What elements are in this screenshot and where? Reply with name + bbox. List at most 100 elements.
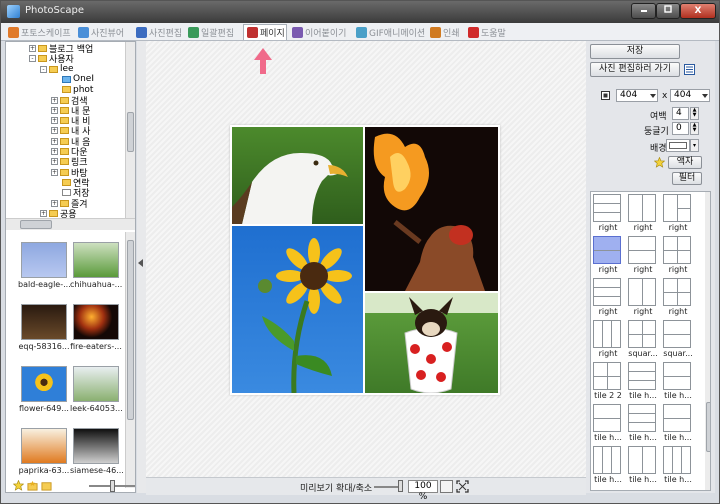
tree-vertical-scrollbar[interactable]: [125, 42, 135, 218]
tab-7[interactable]: 인쇄: [427, 24, 463, 40]
height-dropdown-icon[interactable]: [702, 94, 708, 98]
round-field[interactable]: 0: [672, 122, 689, 135]
layout-template[interactable]: tile h...: [628, 362, 658, 400]
layout-template[interactable]: right: [593, 236, 623, 274]
tree-expander-icon[interactable]: +: [51, 137, 58, 145]
frame-button[interactable]: 액자: [668, 156, 702, 169]
thumbnail-image[interactable]: [73, 242, 119, 278]
tab-4[interactable]: 페이지: [243, 24, 287, 40]
background-dropdown[interactable]: ▾: [690, 139, 699, 152]
tab-8[interactable]: 도움말: [465, 24, 513, 40]
thumbnail-image[interactable]: [21, 366, 67, 402]
layout-preview[interactable]: [593, 446, 621, 474]
layout-template[interactable]: tile h...: [663, 404, 693, 442]
pane-splitter[interactable]: [137, 41, 146, 493]
tree-expander-icon[interactable]: +: [29, 45, 36, 52]
tree-expander-icon[interactable]: +: [51, 96, 58, 104]
tree-expander-icon[interactable]: +: [51, 168, 58, 176]
layout-template[interactable]: right: [593, 194, 623, 232]
go-to-editor-button[interactable]: 사진 편집하러 가기: [590, 62, 680, 77]
thumbnail-image[interactable]: [73, 304, 119, 340]
layout-preview[interactable]: [663, 236, 691, 264]
fit-to-window-button[interactable]: [440, 480, 453, 493]
thumbnail-item[interactable]: bald-eagle-...: [18, 242, 71, 289]
layout-template[interactable]: right: [663, 278, 693, 316]
photo-cell-chihuahua[interactable]: [365, 293, 498, 393]
tree-expander-icon[interactable]: -: [40, 65, 47, 73]
tab-1[interactable]: 사진뷰어: [75, 24, 131, 40]
layout-preview[interactable]: [593, 320, 621, 348]
tree-expander-icon[interactable]: +: [51, 199, 58, 207]
thumbnail-item[interactable]: fire-eaters-...: [70, 304, 122, 351]
layout-template[interactable]: right: [593, 320, 623, 358]
layout-preview[interactable]: [593, 194, 621, 222]
layout-template[interactable]: right: [663, 194, 693, 232]
tree-expander-icon[interactable]: +: [40, 209, 47, 217]
save-button[interactable]: 저장: [590, 44, 680, 59]
layout-preview[interactable]: [628, 236, 656, 264]
open-folder-icon[interactable]: [41, 480, 52, 491]
thumbnail-image[interactable]: [73, 366, 119, 402]
layout-template[interactable]: squar...: [663, 320, 693, 358]
preview-zoom-knob[interactable]: [398, 480, 403, 492]
photo-cell-eagle[interactable]: [232, 127, 363, 224]
tab-5[interactable]: 이어붙이기: [289, 24, 351, 40]
fullscreen-icon[interactable]: [456, 480, 469, 493]
thumbnail-size-knob[interactable]: [110, 480, 115, 492]
layout-preview[interactable]: [663, 362, 691, 390]
tree-expander-icon[interactable]: +: [51, 148, 58, 155]
round-stepper[interactable]: ▲ ▼: [690, 122, 699, 135]
thumbnail-scrollbar[interactable]: [125, 232, 135, 488]
tree-expander-icon[interactable]: +: [51, 158, 58, 166]
thumbnail-item[interactable]: leek-64053...: [70, 366, 123, 413]
layout-template[interactable]: tile h...: [628, 446, 658, 484]
layout-template[interactable]: right: [663, 236, 693, 274]
layout-preview[interactable]: [628, 362, 656, 390]
layout-preview[interactable]: [628, 446, 656, 474]
star-icon[interactable]: [13, 480, 24, 491]
tree-expander-icon[interactable]: +: [51, 106, 58, 114]
photo-cell-sunflower[interactable]: [232, 226, 363, 393]
maximize-button[interactable]: [656, 3, 680, 19]
thumbnail-item[interactable]: siamese-46...: [70, 428, 124, 475]
layout-template[interactable]: tile h...: [663, 362, 693, 400]
layout-preview[interactable]: [593, 278, 621, 306]
width-dropdown-icon[interactable]: [650, 94, 656, 98]
layout-template[interactable]: tile h...: [628, 404, 658, 442]
thumbnail-item[interactable]: paprika-63...: [18, 428, 70, 475]
photo-cell-fire-eater[interactable]: [365, 127, 498, 291]
layout-preview[interactable]: [628, 194, 656, 222]
filter-button[interactable]: 필터: [672, 172, 702, 185]
margin-stepper[interactable]: ▲ ▼: [690, 107, 699, 120]
tree-horizontal-scrollbar[interactable]: [6, 218, 135, 230]
background-color-picker[interactable]: [666, 139, 690, 152]
tree-item[interactable]: + 공용: [40, 208, 77, 218]
layout-preview[interactable]: [663, 194, 691, 222]
zoom-level-field[interactable]: 100 %: [408, 480, 438, 502]
thumbnail-item[interactable]: eqq-58316...: [18, 304, 70, 351]
tree-expander-icon[interactable]: -: [29, 55, 36, 63]
layout-preview[interactable]: [663, 404, 691, 432]
list-view-icon[interactable]: [684, 64, 695, 75]
favorite-folder-icon[interactable]: [27, 480, 38, 491]
layout-preview[interactable]: [663, 278, 691, 306]
layout-preview[interactable]: [593, 404, 621, 432]
preview-zoom-slider[interactable]: [374, 486, 400, 488]
tab-6[interactable]: GIF애니메이션: [353, 24, 425, 40]
margin-field[interactable]: 4: [672, 107, 689, 120]
layout-preview[interactable]: [628, 320, 656, 348]
layout-preview[interactable]: [663, 446, 691, 474]
minimize-button[interactable]: [631, 3, 656, 19]
layout-scrollbar[interactable]: [705, 192, 710, 490]
folder-tree[interactable]: + 블로그 백업 - 사용자 - lee OneI phot + 검색 + 내 문 + 내 비 + 내 사 + 내…: [6, 42, 135, 218]
layout-template[interactable]: tile h...: [663, 446, 693, 484]
tree-expander-icon[interactable]: +: [51, 117, 58, 125]
layout-template[interactable]: tile 2 2: [593, 362, 623, 400]
page-canvas[interactable]: [230, 125, 500, 395]
thumbnail-image[interactable]: [21, 242, 67, 278]
layout-preview[interactable]: [663, 320, 691, 348]
layout-preview[interactable]: [628, 404, 656, 432]
layout-preview[interactable]: [593, 362, 621, 390]
layout-preview[interactable]: [628, 278, 656, 306]
thumbnail-item[interactable]: flower-649...: [18, 366, 70, 413]
